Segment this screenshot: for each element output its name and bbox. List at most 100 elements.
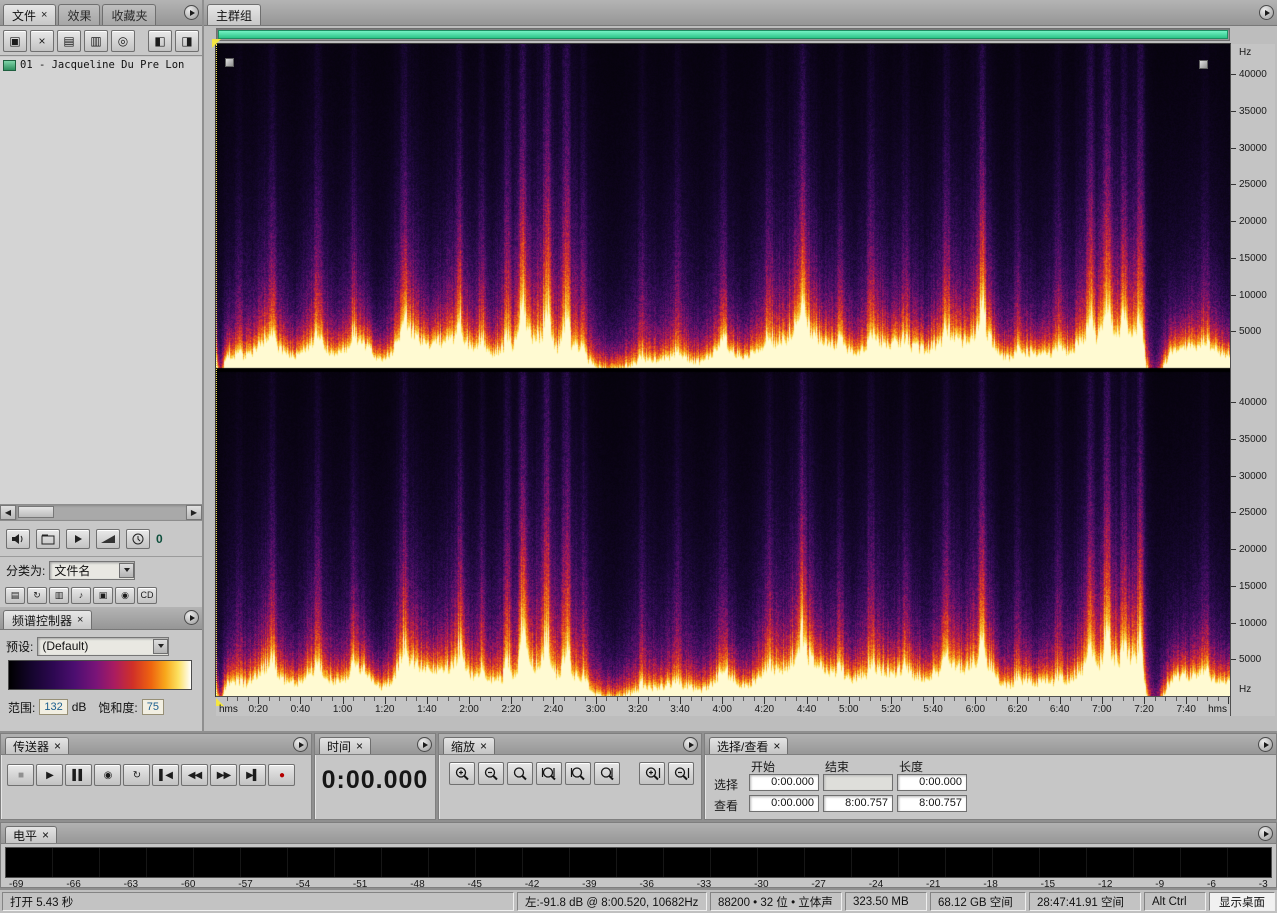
insert-into-cd-button[interactable]: ◎ bbox=[111, 29, 135, 52]
preview-volume-value[interactable]: 0 bbox=[156, 532, 163, 546]
view-length-field[interactable]: 8:00.757 bbox=[897, 795, 967, 812]
selection-end-field[interactable] bbox=[823, 774, 893, 791]
time-tabstrip: 时间 × bbox=[315, 734, 435, 755]
panel-menu-icon[interactable] bbox=[1258, 737, 1273, 752]
close-icon[interactable]: × bbox=[356, 739, 363, 753]
play-button[interactable]: ▶ bbox=[36, 764, 63, 786]
scroll-left-icon[interactable]: ◀ bbox=[0, 505, 16, 520]
preview-play-button[interactable] bbox=[66, 528, 90, 549]
zoom-to-selection-right-button[interactable] bbox=[594, 762, 620, 785]
horizontal-navigator-track[interactable] bbox=[216, 28, 1230, 41]
preview-auto-play-toggle[interactable]: ◉ bbox=[115, 586, 135, 604]
tab-time[interactable]: 时间 × bbox=[319, 737, 372, 754]
show-session-files-toggle[interactable]: ▣ bbox=[93, 586, 113, 604]
zoom-to-selection-button[interactable] bbox=[536, 762, 562, 785]
insert-into-multitrack-button[interactable]: ▥ bbox=[84, 29, 108, 52]
show-loop-files-toggle[interactable]: ↻ bbox=[27, 586, 47, 604]
scroll-right-icon[interactable]: ▶ bbox=[186, 505, 202, 520]
go-to-end-button[interactable]: ▶▌ bbox=[239, 764, 266, 786]
show-cd-list-toggle[interactable]: CD bbox=[137, 586, 157, 604]
close-icon[interactable]: × bbox=[773, 739, 780, 753]
close-icon[interactable]: × bbox=[42, 828, 49, 842]
record-button[interactable]: ● bbox=[268, 764, 295, 786]
zoom-out-horizontal-button[interactable] bbox=[478, 762, 504, 785]
frequency-tick bbox=[1231, 110, 1236, 112]
view-end-field[interactable]: 8:00.757 bbox=[823, 795, 893, 812]
time-tick-label: 5:40 bbox=[923, 704, 943, 715]
chevron-down-icon[interactable] bbox=[153, 638, 169, 654]
show-video-files-toggle[interactable]: ▥ bbox=[49, 586, 69, 604]
playhead-marker-top[interactable] bbox=[212, 39, 221, 48]
close-icon[interactable]: × bbox=[77, 614, 83, 625]
tab-spectral-controls[interactable]: 频谱控制器 × bbox=[3, 610, 93, 629]
zoom-in-vertical-button[interactable] bbox=[639, 762, 665, 785]
frequency-ruler[interactable]: Hz Hz 40000 35000 30000 25000 20000 15000 1000… bbox=[1230, 44, 1275, 716]
level-meter[interactable] bbox=[5, 847, 1272, 878]
panel-menu-icon[interactable] bbox=[184, 5, 199, 20]
panel-menu-icon[interactable] bbox=[184, 610, 199, 625]
show-audio-files-toggle[interactable]: ▤ bbox=[5, 586, 25, 604]
preview-timer-button[interactable] bbox=[126, 528, 150, 549]
edit-file-button[interactable]: ▤ bbox=[57, 29, 81, 52]
scrollbar-thumb[interactable] bbox=[18, 506, 54, 518]
view-start-field[interactable]: 0:00.000 bbox=[749, 795, 819, 812]
tab-transport[interactable]: 传送器 × bbox=[5, 737, 70, 754]
playhead-line[interactable] bbox=[212, 39, 221, 696]
play-looped-button[interactable]: ↻ bbox=[123, 764, 150, 786]
import-file-button[interactable]: ▣ bbox=[3, 29, 27, 52]
pause-button[interactable]: ▌▌ bbox=[65, 764, 92, 786]
tab-favorites-label: 收藏夹 bbox=[111, 8, 148, 23]
tab-favorites[interactable]: 收藏夹 bbox=[102, 4, 157, 25]
chevron-down-icon[interactable] bbox=[119, 562, 135, 578]
preview-volume-button[interactable] bbox=[96, 528, 120, 549]
file-list-item[interactable]: 01 - Jacqueline Du Pre Lon bbox=[0, 57, 202, 73]
spectrogram-canvas[interactable] bbox=[216, 44, 1230, 696]
time-ruler[interactable]: hms hms 0:20 0:40 1:00 1:20 1:40 2:00 2:20 2:40… bbox=[216, 696, 1230, 716]
fast-forward-button[interactable]: ▶▶ bbox=[210, 764, 237, 786]
zoom-out-vertical-button[interactable] bbox=[668, 762, 694, 785]
file-list[interactable]: 01 - Jacqueline Du Pre Lon bbox=[0, 57, 202, 505]
tab-selection-view[interactable]: 选择/查看 × bbox=[709, 737, 789, 754]
tab-main-group[interactable]: 主群组 bbox=[207, 4, 262, 25]
close-icon[interactable]: × bbox=[54, 739, 61, 753]
spectral-gradient-bar[interactable] bbox=[8, 660, 192, 690]
sort-dropdown[interactable]: 文件名 bbox=[49, 560, 136, 580]
time-tick bbox=[1196, 697, 1198, 701]
panel-menu-icon[interactable] bbox=[293, 737, 308, 752]
zoom-to-selection-left-button[interactable] bbox=[565, 762, 591, 785]
close-icon[interactable]: × bbox=[41, 9, 47, 20]
tab-levels[interactable]: 电平 × bbox=[5, 826, 58, 843]
close-icon[interactable]: × bbox=[480, 739, 487, 753]
show-options-right-button[interactable]: ◨ bbox=[175, 29, 199, 52]
scrollbar-track[interactable] bbox=[16, 505, 186, 520]
file-name: 01 - Jacqueline Du Pre Lon bbox=[20, 59, 185, 71]
go-to-beginning-button[interactable]: ▌◀ bbox=[152, 764, 179, 786]
panel-menu-icon[interactable] bbox=[1258, 826, 1273, 841]
tab-zoom[interactable]: 缩放 × bbox=[443, 737, 496, 754]
saturation-value[interactable]: 75 bbox=[141, 699, 164, 715]
close-files-button[interactable]: × bbox=[30, 29, 54, 52]
zoom-in-horizontal-button[interactable] bbox=[449, 762, 475, 785]
selection-length-field[interactable]: 0:00.000 bbox=[897, 774, 967, 791]
horizontal-navigator-bar[interactable] bbox=[218, 30, 1228, 39]
tab-effects[interactable]: 效果 bbox=[58, 4, 101, 25]
zoom-out-full-button[interactable] bbox=[507, 762, 533, 785]
show-desktop-button[interactable]: 显示桌面 bbox=[1209, 892, 1275, 911]
show-midi-files-toggle[interactable]: ♪ bbox=[71, 586, 91, 604]
preview-mute-button[interactable] bbox=[6, 528, 30, 549]
file-list-hscrollbar[interactable]: ◀ ▶ bbox=[0, 505, 202, 521]
preview-folder-button[interactable] bbox=[36, 528, 60, 549]
panel-menu-icon[interactable] bbox=[1259, 5, 1274, 20]
selection-start-field[interactable]: 0:00.000 bbox=[749, 774, 819, 791]
play-from-cursor-button[interactable]: ◉ bbox=[94, 764, 121, 786]
speaker-icon bbox=[12, 533, 23, 544]
panel-menu-icon[interactable] bbox=[417, 737, 432, 752]
stop-button[interactable]: ■ bbox=[7, 764, 34, 786]
show-options-left-button[interactable]: ◧ bbox=[148, 29, 172, 52]
range-value[interactable]: 132 bbox=[39, 699, 68, 715]
rewind-button[interactable]: ◀◀ bbox=[181, 764, 208, 786]
panel-menu-icon[interactable] bbox=[683, 737, 698, 752]
spectral-display[interactable] bbox=[212, 39, 1230, 696]
tab-files[interactable]: 文件 × bbox=[3, 4, 57, 25]
preset-dropdown[interactable]: (Default) bbox=[37, 636, 170, 656]
